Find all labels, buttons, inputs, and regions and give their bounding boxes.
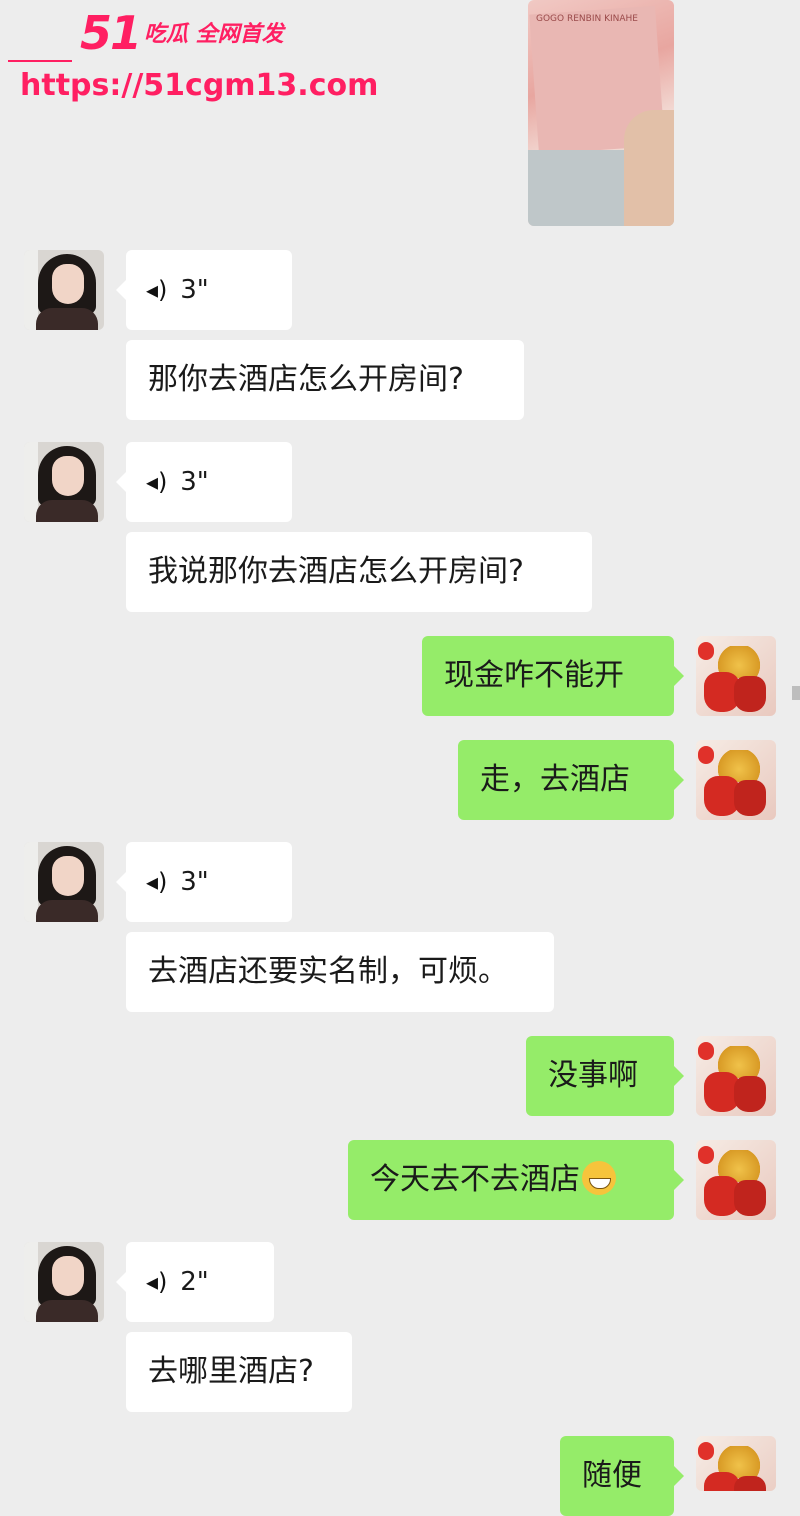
message-text: 去哪里酒店? <box>148 1354 314 1389</box>
incoming-message[interactable]: 我说那你去酒店怎么开房间? <box>126 532 592 612</box>
voice-duration: 3" <box>180 275 209 305</box>
voice-duration: 3" <box>180 467 209 497</box>
incoming-message[interactable]: 那你去酒店怎么开房间? <box>126 340 524 420</box>
voice-wave-icon: ◂) <box>146 1268 168 1296</box>
voice-duration: 2" <box>180 1267 209 1297</box>
message-text: 那你去酒店怎么开房间? <box>148 362 464 397</box>
message-text: 去酒店还要实名制，可烦。 <box>148 954 508 989</box>
outgoing-message[interactable]: 没事啊 <box>526 1036 684 1116</box>
contact-avatar[interactable] <box>24 842 104 922</box>
banknote-text: GOGO RENBIN KINAHE <box>536 14 638 24</box>
photo-hand <box>624 110 674 226</box>
outgoing-message[interactable]: 随便 <box>560 1436 684 1516</box>
voice-wave-icon: ◂) <box>146 868 168 896</box>
incoming-message[interactable]: 去哪里酒店? <box>126 1332 352 1412</box>
message-text: 我说那你去酒店怎么开房间? <box>148 554 524 589</box>
watermark-url: https://51cgm13.com <box>20 68 379 103</box>
voice-message[interactable]: ◂) 3" <box>116 442 292 522</box>
watermark-logo-tag: 吃瓜 全网首发 <box>144 22 284 47</box>
voice-duration: 3" <box>180 867 209 897</box>
watermark-logo-number: 51 <box>80 6 142 60</box>
voice-message[interactable]: ◂) 2" <box>116 1242 274 1322</box>
image-message[interactable]: GOGO RENBIN KINAHE <box>528 0 674 226</box>
message-text: 现金咋不能开 <box>444 658 624 693</box>
message-text: 没事啊 <box>548 1058 638 1093</box>
watermark-decor-line <box>8 60 72 62</box>
self-avatar[interactable] <box>696 1140 776 1220</box>
message-text: 随便 <box>582 1458 642 1493</box>
voice-wave-icon: ◂) <box>146 468 168 496</box>
message-text: 走，去酒店 <box>480 762 630 797</box>
contact-avatar[interactable] <box>24 442 104 522</box>
voice-wave-icon: ◂) <box>146 276 168 304</box>
scroll-indicator <box>792 686 800 700</box>
contact-avatar[interactable] <box>24 250 104 330</box>
self-avatar[interactable] <box>696 1036 776 1116</box>
voice-message[interactable]: ◂) 3" <box>116 842 292 922</box>
outgoing-message[interactable]: 今天去不去酒店 <box>348 1140 684 1220</box>
watermark-logo: 51 吃瓜 全网首发 <box>80 6 284 60</box>
self-avatar[interactable] <box>696 1436 776 1491</box>
self-avatar[interactable] <box>696 740 776 820</box>
incoming-message[interactable]: 去酒店还要实名制，可烦。 <box>126 932 554 1012</box>
message-text: 今天去不去酒店 <box>370 1162 580 1197</box>
outgoing-message[interactable]: 走，去酒店 <box>458 740 684 820</box>
contact-avatar[interactable] <box>24 1242 104 1322</box>
outgoing-message[interactable]: 现金咋不能开 <box>422 636 684 716</box>
self-avatar[interactable] <box>696 636 776 716</box>
grinning-face-emoji-icon <box>582 1161 616 1195</box>
voice-message[interactable]: ◂) 3" <box>116 250 292 330</box>
